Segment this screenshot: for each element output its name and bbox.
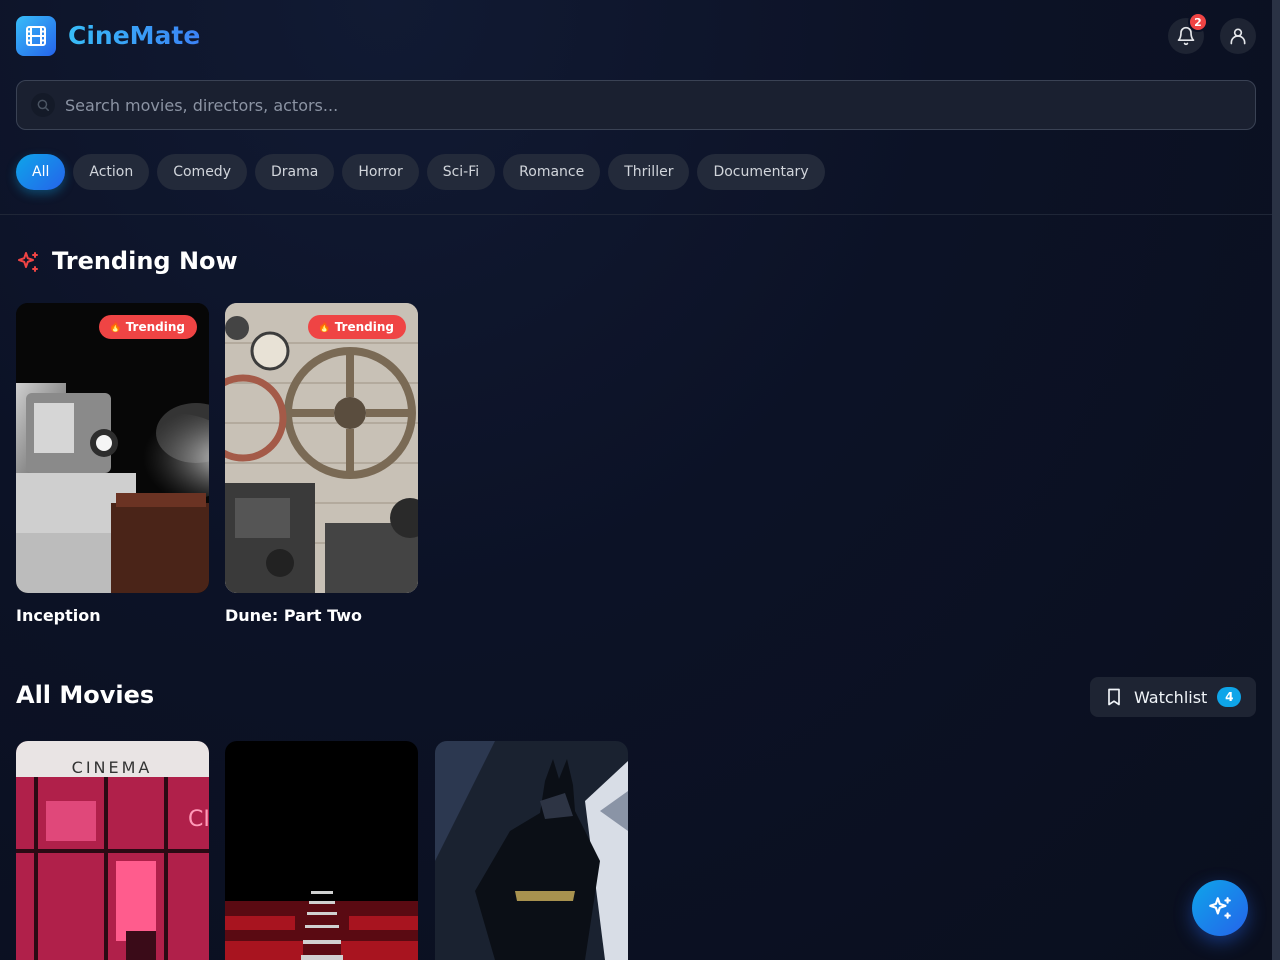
app-title[interactable]: CineMate	[68, 20, 200, 52]
category-chip-all[interactable]: All	[16, 154, 66, 190]
trending-badge: 🔥 Trending	[308, 315, 406, 339]
page-scrollbar[interactable]	[1272, 0, 1280, 960]
category-chip-comedy[interactable]: Comedy	[157, 154, 247, 190]
notification-count-badge: 2	[1188, 12, 1208, 32]
header-divider	[0, 214, 1272, 215]
search-input[interactable]	[65, 81, 1245, 129]
movie-poster: CINEMA CI	[16, 741, 209, 960]
category-chip-drama[interactable]: Drama	[254, 154, 335, 190]
movie-card[interactable]: 🔥 Trending	[16, 303, 209, 593]
category-chip-horror[interactable]: Horror	[342, 154, 419, 190]
movie-poster	[435, 741, 628, 960]
trending-badge-label: Trending	[125, 320, 185, 334]
profile-button[interactable]	[1220, 18, 1256, 54]
film-icon	[26, 26, 46, 46]
scrollbar-thumb[interactable]	[1272, 0, 1280, 960]
all-movies-section-title: All Movies	[16, 681, 155, 709]
search-icon	[31, 93, 55, 117]
movie-card[interactable]: CINEMA CI	[16, 741, 209, 960]
category-chip-documentary[interactable]: Documentary	[697, 154, 825, 190]
movie-title[interactable]: Dune: Part Two	[225, 606, 362, 625]
movie-card[interactable]: 🔥 Trending	[225, 303, 418, 593]
ai-assistant-button[interactable]	[1192, 880, 1248, 936]
category-chip-romance[interactable]: Romance	[503, 154, 601, 190]
sparkles-icon	[1209, 897, 1231, 919]
trending-section-title: Trending Now	[52, 247, 238, 275]
movie-poster	[225, 741, 418, 960]
movie-card[interactable]	[435, 741, 628, 960]
user-icon	[1230, 28, 1246, 45]
category-chip-thriller[interactable]: Thriller	[608, 154, 690, 190]
logo[interactable]	[16, 16, 56, 56]
trending-badge-label: Trending	[334, 320, 394, 334]
movie-card[interactable]	[225, 741, 418, 960]
movie-poster	[16, 303, 209, 593]
notifications-button[interactable]: 2	[1168, 12, 1208, 54]
watchlist-count-badge: 4	[1217, 687, 1242, 707]
svg-text:CI: CI	[188, 807, 209, 832]
svg-text:CINEMA: CINEMA	[72, 758, 153, 777]
movie-poster	[225, 303, 418, 593]
fire-icon: 🔥	[109, 321, 122, 333]
category-chip-sci-fi[interactable]: Sci-Fi	[426, 154, 496, 190]
fire-icon: 🔥	[318, 321, 331, 333]
sparkles-icon	[18, 252, 38, 272]
trending-badge: 🔥 Trending	[99, 315, 197, 339]
watchlist-label: Watchlist	[1134, 687, 1208, 707]
watchlist-button[interactable]: Watchlist 4	[1090, 677, 1256, 717]
category-chip-action[interactable]: Action	[73, 154, 150, 190]
category-filter: All Action Comedy Drama Horror Sci-Fi Ro…	[16, 154, 825, 190]
app-header: CineMate 2	[16, 12, 1256, 56]
search-bar	[16, 80, 1256, 130]
bookmark-icon	[1108, 688, 1120, 706]
movie-title[interactable]: Inception	[16, 606, 101, 625]
